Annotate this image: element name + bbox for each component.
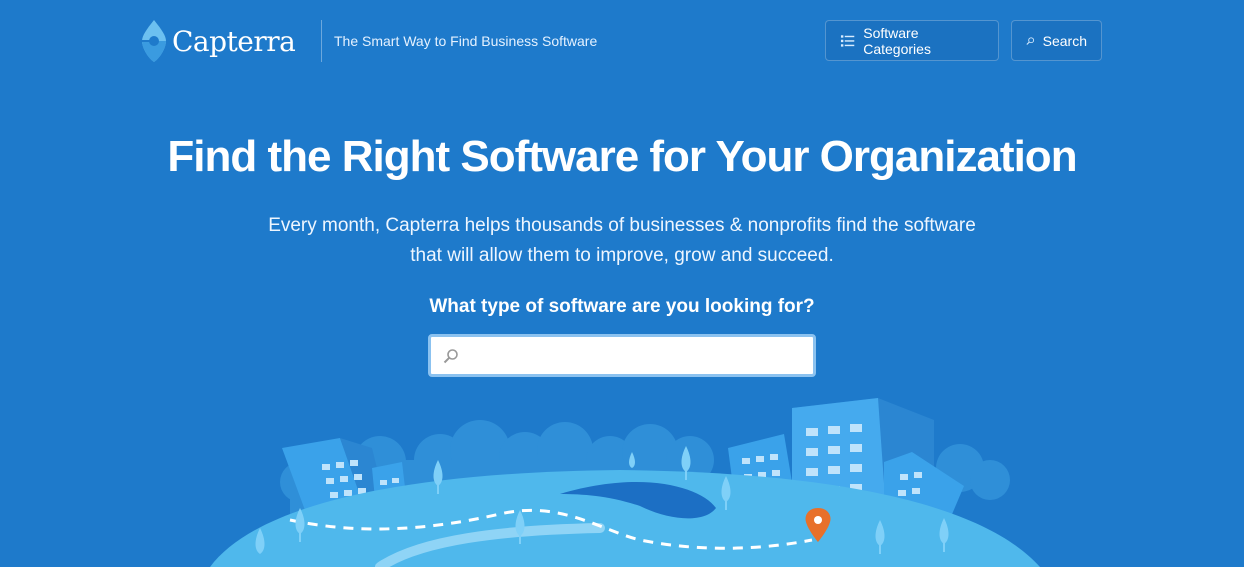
list-icon <box>840 34 855 47</box>
page-title: Find the Right Software for Your Organiz… <box>167 132 1077 181</box>
header-divider <box>321 20 322 62</box>
logo-text: Capterra <box>172 24 296 58</box>
capterra-logo-icon <box>142 20 166 62</box>
tagline: The Smart Way to Find Business Software <box>334 33 598 49</box>
software-search-box[interactable] <box>428 334 816 377</box>
city-illustration <box>210 398 1040 567</box>
search-prompt: What type of software are you looking fo… <box>429 296 815 317</box>
magnifier-icon <box>1026 36 1034 45</box>
software-categories-label: Software Categories <box>863 24 931 57</box>
search-button[interactable]: Search <box>1011 20 1102 61</box>
search-label: Search <box>1042 32 1087 49</box>
hero-subtitle-line-1: Every month, Capterra helps thousands of… <box>268 215 976 236</box>
top-navigation: Capterra The Smart Way to Find Business … <box>0 0 1244 82</box>
software-categories-button[interactable]: Software Categories <box>825 20 999 61</box>
software-search-input[interactable] <box>465 339 813 372</box>
hero-subtitle-line-2: that will allow them to improve, grow an… <box>410 245 834 266</box>
hero-subtitle: Every month, Capterra helps thousands of… <box>0 211 1244 271</box>
magnifier-icon <box>443 348 458 363</box>
capterra-logo[interactable]: Capterra <box>142 20 296 62</box>
